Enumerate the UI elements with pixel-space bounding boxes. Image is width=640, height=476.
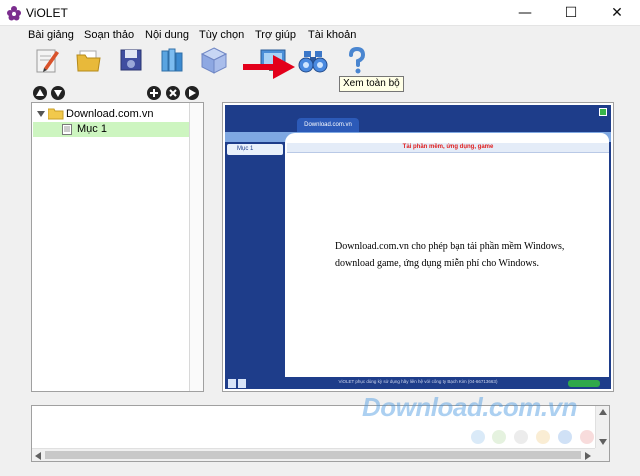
next-button[interactable]	[185, 86, 199, 100]
tooltip: Xem toàn bộ	[339, 76, 404, 92]
slide-preview: Download.com.vn Mục 1 Tải phần mềm, ứng …	[222, 102, 614, 392]
slide-close-button[interactable]	[599, 108, 607, 116]
arrow-down-icon	[54, 90, 62, 97]
page-icon	[62, 124, 72, 135]
folder-icon	[48, 108, 64, 120]
move-down-button[interactable]	[51, 86, 65, 100]
title-bar: ViOLET — ☐ ✕	[0, 0, 640, 26]
slide-title: Tải phần mềm, ứng dụng, game	[402, 144, 494, 150]
help-icon[interactable]	[342, 45, 372, 75]
add-button[interactable]	[147, 86, 161, 100]
slide-footer-text: ViOLET phục dùng kỳ sử dụng hãy liên hệ …	[338, 379, 498, 384]
slide-title-bar: Tải phần mềm, ứng dụng, game	[287, 143, 609, 153]
menu-bai-giang[interactable]: Bài giảng	[28, 29, 74, 41]
notes-horizontal-scrollbar[interactable]	[32, 448, 595, 461]
slide-nav-buttons[interactable]	[568, 380, 600, 387]
expand-toggle-icon[interactable]	[37, 110, 45, 118]
cube-icon[interactable]	[199, 45, 229, 75]
watermark-dot	[558, 430, 572, 444]
slide-body-text: Download.com.vn cho phép bạn tải phần mề…	[335, 238, 575, 272]
scroll-right-icon[interactable]	[585, 452, 591, 460]
binoculars-icon[interactable]	[298, 45, 328, 75]
notes-vertical-scrollbar[interactable]	[595, 406, 609, 448]
watermark-dot	[536, 430, 550, 444]
minimize-button[interactable]: —	[502, 0, 548, 26]
window-title: ViOLET	[26, 6, 68, 20]
scroll-down-icon[interactable]	[599, 439, 607, 445]
menu-soan-thao[interactable]: Soạn thảo	[84, 29, 134, 41]
edit-icon[interactable]	[32, 45, 62, 75]
plus-icon	[150, 89, 158, 97]
arrow-right-icon	[189, 89, 196, 97]
content-tree[interactable]: Download.com.vn Mục 1	[31, 102, 204, 392]
slide-body-line-2: download game, ứng dụng miễn phí cho Win…	[335, 258, 539, 269]
books-icon[interactable]	[157, 45, 187, 75]
watermark-dot	[580, 430, 594, 444]
tree-scrollbar[interactable]	[189, 103, 203, 391]
watermark-dot	[492, 430, 506, 444]
slide: Download.com.vn Mục 1 Tải phần mềm, ứng …	[225, 105, 611, 389]
scroll-up-icon[interactable]	[599, 409, 607, 415]
save-icon[interactable]	[116, 45, 146, 75]
close-button[interactable]: ✕	[594, 0, 640, 26]
close-icon	[169, 89, 177, 97]
violet-logo-icon	[7, 6, 21, 21]
arrow-up-icon	[36, 89, 44, 96]
resize-corner	[595, 448, 609, 461]
menu-tuy-chon[interactable]: Tùy chọn	[199, 29, 244, 41]
menu-bar: Bài giảng Soạn thảo Nội dung Tùy chọn Tr…	[0, 27, 640, 45]
slide-tab: Download.com.vn	[297, 118, 359, 132]
slide-tools-icon[interactable]	[228, 379, 246, 388]
slide-footer: ViOLET phục dùng kỳ sử dụng hãy liên hệ …	[225, 377, 611, 389]
watermark-text: Download.com.vn	[362, 392, 577, 422]
move-up-button[interactable]	[33, 86, 47, 100]
open-folder-icon[interactable]	[74, 45, 104, 75]
tree-item-root[interactable]: Download.com.vn	[35, 107, 190, 122]
menu-noi-dung[interactable]: Nội dung	[145, 29, 189, 41]
watermark-dot	[514, 430, 528, 444]
app-window: ViOLET — ☐ ✕ Bài giảng Soạn thảo Nội dun…	[0, 0, 640, 476]
scroll-thumb[interactable]	[45, 451, 581, 459]
menu-tro-giup[interactable]: Trợ giúp	[255, 29, 296, 41]
tree-root-label: Download.com.vn	[66, 108, 154, 120]
slide-body-line-1: Download.com.vn cho phép bạn tải phần mề…	[335, 241, 565, 252]
tree-child-label: Mục 1	[77, 123, 107, 135]
slide-menu-item[interactable]: Mục 1	[227, 144, 283, 155]
tree-item-muc-1[interactable]: Mục 1	[33, 122, 190, 137]
maximize-button[interactable]: ☐	[548, 0, 594, 26]
red-arrow-icon	[243, 55, 295, 79]
watermark-dot	[471, 430, 485, 444]
delete-button[interactable]	[166, 86, 180, 100]
scroll-left-icon[interactable]	[35, 452, 41, 460]
toolbar	[0, 45, 640, 77]
menu-tai-khoan[interactable]: Tài khoản	[308, 29, 356, 41]
